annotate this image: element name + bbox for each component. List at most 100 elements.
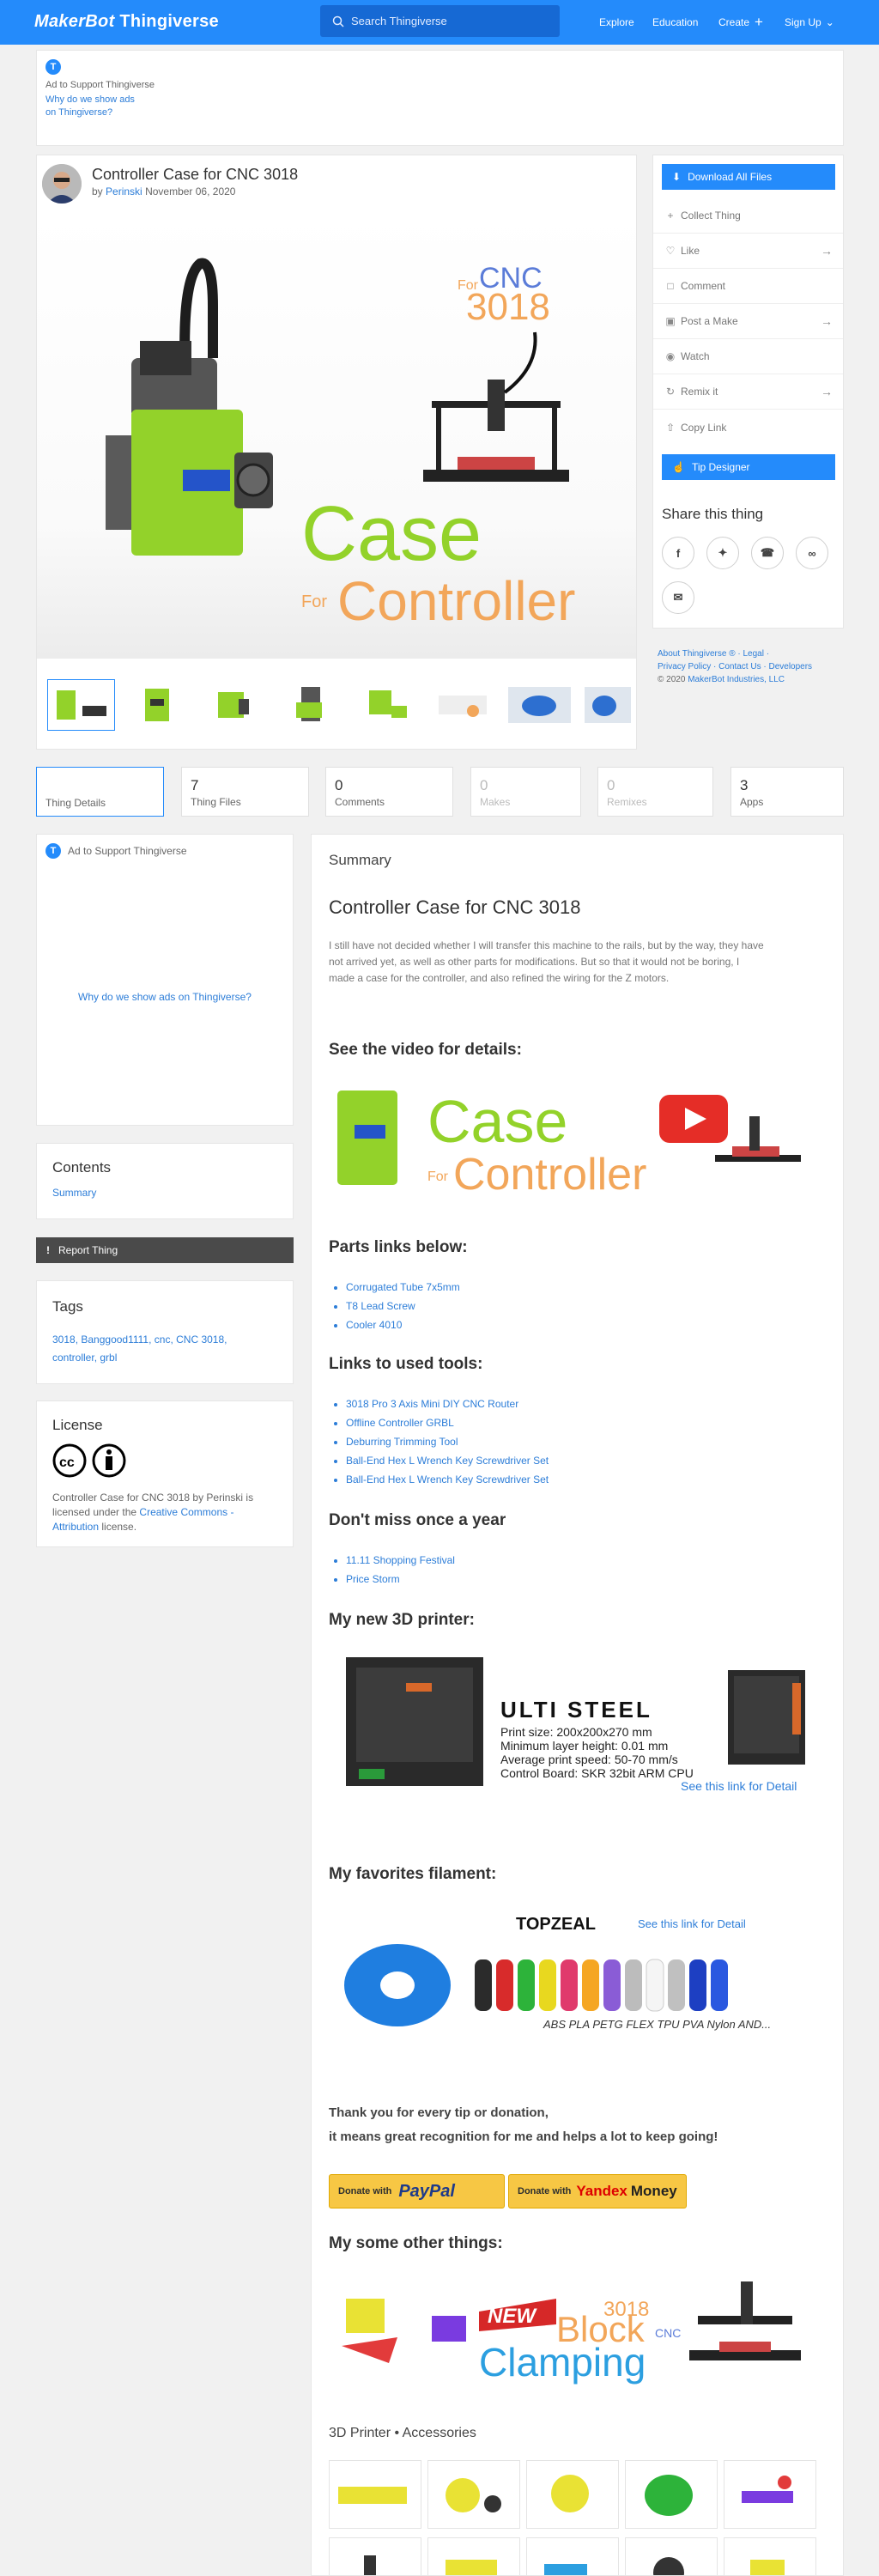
list-item[interactable]: T8 Lead Screw [346,1297,460,1315]
donate-paypal-button[interactable]: Donate with PayPal [329,2174,505,2208]
logo[interactable]: MakerBot Thingiverse [34,12,219,32]
link-icon[interactable]: ∞ [796,537,828,569]
thumbnail[interactable] [582,679,631,731]
arrow-right-icon: → [821,385,833,398]
gallery-thumbnail[interactable] [724,2537,816,2575]
tags-title: Tags [52,1298,83,1315]
parts-list: Corrugated Tube 7x5mm T8 Lead Screw Cool… [346,1278,460,1334]
why-ads-link[interactable]: Why do we show ads on Thingiverse? [37,991,293,1003]
printer-heading: My new 3D printer: [329,1611,475,1629]
download-all-files-button[interactable]: ⬇ Download All Files [662,164,835,190]
nav-sign-up[interactable]: Sign Up ⌄ [785,0,834,45]
why-ads-link-line2[interactable]: on Thingiverse? [45,106,135,119]
gallery-thumbnail[interactable] [427,2460,520,2529]
list-item[interactable]: Price Storm [346,1570,455,1589]
chevron-down-icon: ⌄ [825,16,834,28]
list-item[interactable]: Offline Controller GRBL [346,1413,549,1432]
why-ads-link[interactable]: Why do we show ads [45,94,135,106]
list-item[interactable]: Cooler 4010 [346,1315,460,1334]
comment-button[interactable]: □ Comment [653,269,843,304]
list-item[interactable]: Corrugated Tube 7x5mm [346,1278,460,1297]
filament-banner[interactable]: TOPZEAL See this link for Detail ABS PLA… [329,1899,809,2037]
printer-name: ULTI STEEL [500,1697,652,1722]
gallery-thumbnail[interactable] [427,2537,520,2575]
watch-button[interactable]: ◉ Watch [653,339,843,374]
tags-panel: Tags 3018, Banggood1111, cnc, CNC 3018, … [36,1280,294,1384]
footer-links-1[interactable]: About Thingiverse ® · Legal · [658,647,845,660]
thumbnail[interactable] [124,679,191,731]
gallery-thumbnail[interactable] [625,2537,718,2575]
arrow-right-icon: → [821,244,833,258]
video-thumbnail[interactable]: Case For Controller [329,1073,809,1202]
post-a-make-button[interactable]: ▣ Post a Make → [653,304,843,339]
tools-list: 3018 Pro 3 Axis Mini DIY CNC Router Offl… [346,1394,549,1489]
tag-list[interactable]: 3018, Banggood1111, cnc, CNC 3018, [52,1331,227,1349]
list-item[interactable]: Ball-End Hex L Wrench Key Screwdriver Se… [346,1470,549,1489]
search-placeholder: Search Thingiverse [351,15,447,27]
tab-thing-files[interactable]: 7 Thing Files [181,767,309,817]
list-item[interactable]: 3018 Pro 3 Axis Mini DIY CNC Router [346,1394,549,1413]
license-link[interactable]: Creative Commons - [139,1506,233,1518]
gallery-thumbnail[interactable] [526,2537,619,2575]
list-item[interactable]: Deburring Trimming Tool [346,1432,549,1451]
printer-banner[interactable]: ULTI STEEL Print size: 200x200x270 mm Mi… [329,1649,809,1795]
facebook-icon[interactable]: f [662,537,694,569]
list-item[interactable]: 11.11 Shopping Festival [346,1551,455,1570]
footer-links-2[interactable]: Privacy Policy · Contact Us · Developers [658,660,845,673]
printer-detail-link[interactable]: See this link for Detail [681,1779,797,1793]
gallery-thumbnail[interactable] [329,2460,421,2529]
donate-yandex-button[interactable]: Donate with Yandex Money [508,2174,687,2208]
tab-apps[interactable]: 3 Apps [730,767,844,817]
license-link-2[interactable]: Attribution [52,1521,99,1533]
gallery-thumbnail[interactable] [526,2460,619,2529]
thumbnail[interactable] [200,679,268,731]
filament-heading: My favorites filament: [329,1865,497,1883]
summary-paragraph: I still have not decided whether I will … [329,939,764,984]
tab-thing-details[interactable]: Thing Details [36,767,164,817]
author-link[interactable]: Perinski [106,185,142,197]
collect-thing-button[interactable]: + Collect Thing [653,198,843,234]
other-things-banner[interactable]: NEW Block 3018 CNC Clamping [329,2264,809,2385]
printer-spec: Print size: 200x200x270 mm [500,1725,652,1739]
tab-comments[interactable]: 0 Comments [325,767,453,817]
gallery-thumbnail[interactable] [329,2537,421,2575]
tab-remixes[interactable]: 0 Remixes [597,767,713,817]
thumbnail[interactable] [429,679,497,731]
makerbot-link[interactable]: MakerBot Industries, LLC [688,675,785,684]
thing-title: Controller Case for CNC 3018 [92,166,299,183]
report-thing-button[interactable]: ! Report Thing [36,1237,294,1263]
gallery-thumbnail[interactable] [625,2460,718,2529]
whatsapp-icon[interactable]: ☎ [751,537,784,569]
eye-icon: ◉ [665,350,676,362]
thumbnail[interactable] [276,679,344,731]
search-input[interactable]: Search Thingiverse [320,5,560,37]
promo-text-cnc: CNC [655,2326,681,2340]
remix-button[interactable]: ↻ Remix it → [653,374,843,410]
contents-title: Contents [52,1159,112,1176]
thumbnail[interactable] [47,679,115,731]
nav-explore[interactable]: Explore [599,0,634,45]
ad-label: Ad to Support Thingiverse [68,845,187,857]
summary-panel: Summary Controller Case for CNC 3018 I s… [311,834,844,2576]
nav-create[interactable]: Create + [718,0,763,45]
avatar[interactable] [42,164,82,204]
tab-makes[interactable]: 0 Makes [470,767,581,817]
thumbnail[interactable] [506,679,573,731]
video-heading: See the video for details: [329,1041,522,1059]
copy-link-button[interactable]: ⇧ Copy Link [653,410,843,445]
tip-designer-button[interactable]: ☝ Tip Designer [662,454,835,480]
twitter-icon[interactable]: ✦ [706,537,739,569]
left-ad-panel: T Ad to Support Thingiverse Why do we sho… [36,834,294,1126]
copyright: © 2020 [658,675,686,684]
hero-image[interactable]: 3018 For CNC Case For Controller [37,212,636,659]
contents-summary-link[interactable]: Summary [52,1187,96,1199]
nav-education[interactable]: Education [652,0,698,45]
email-icon[interactable]: ✉ [662,581,694,614]
list-item[interactable]: Ball-End Hex L Wrench Key Screwdriver Se… [346,1451,549,1470]
thumbnail[interactable] [353,679,421,731]
like-button[interactable]: ♡ Like → [653,234,843,269]
search-icon [332,15,344,27]
tag-list[interactable]: controller, grbl [52,1349,227,1367]
gallery-thumbnail[interactable] [724,2460,816,2529]
filament-detail-link[interactable]: See this link for Detail [638,1917,746,1930]
